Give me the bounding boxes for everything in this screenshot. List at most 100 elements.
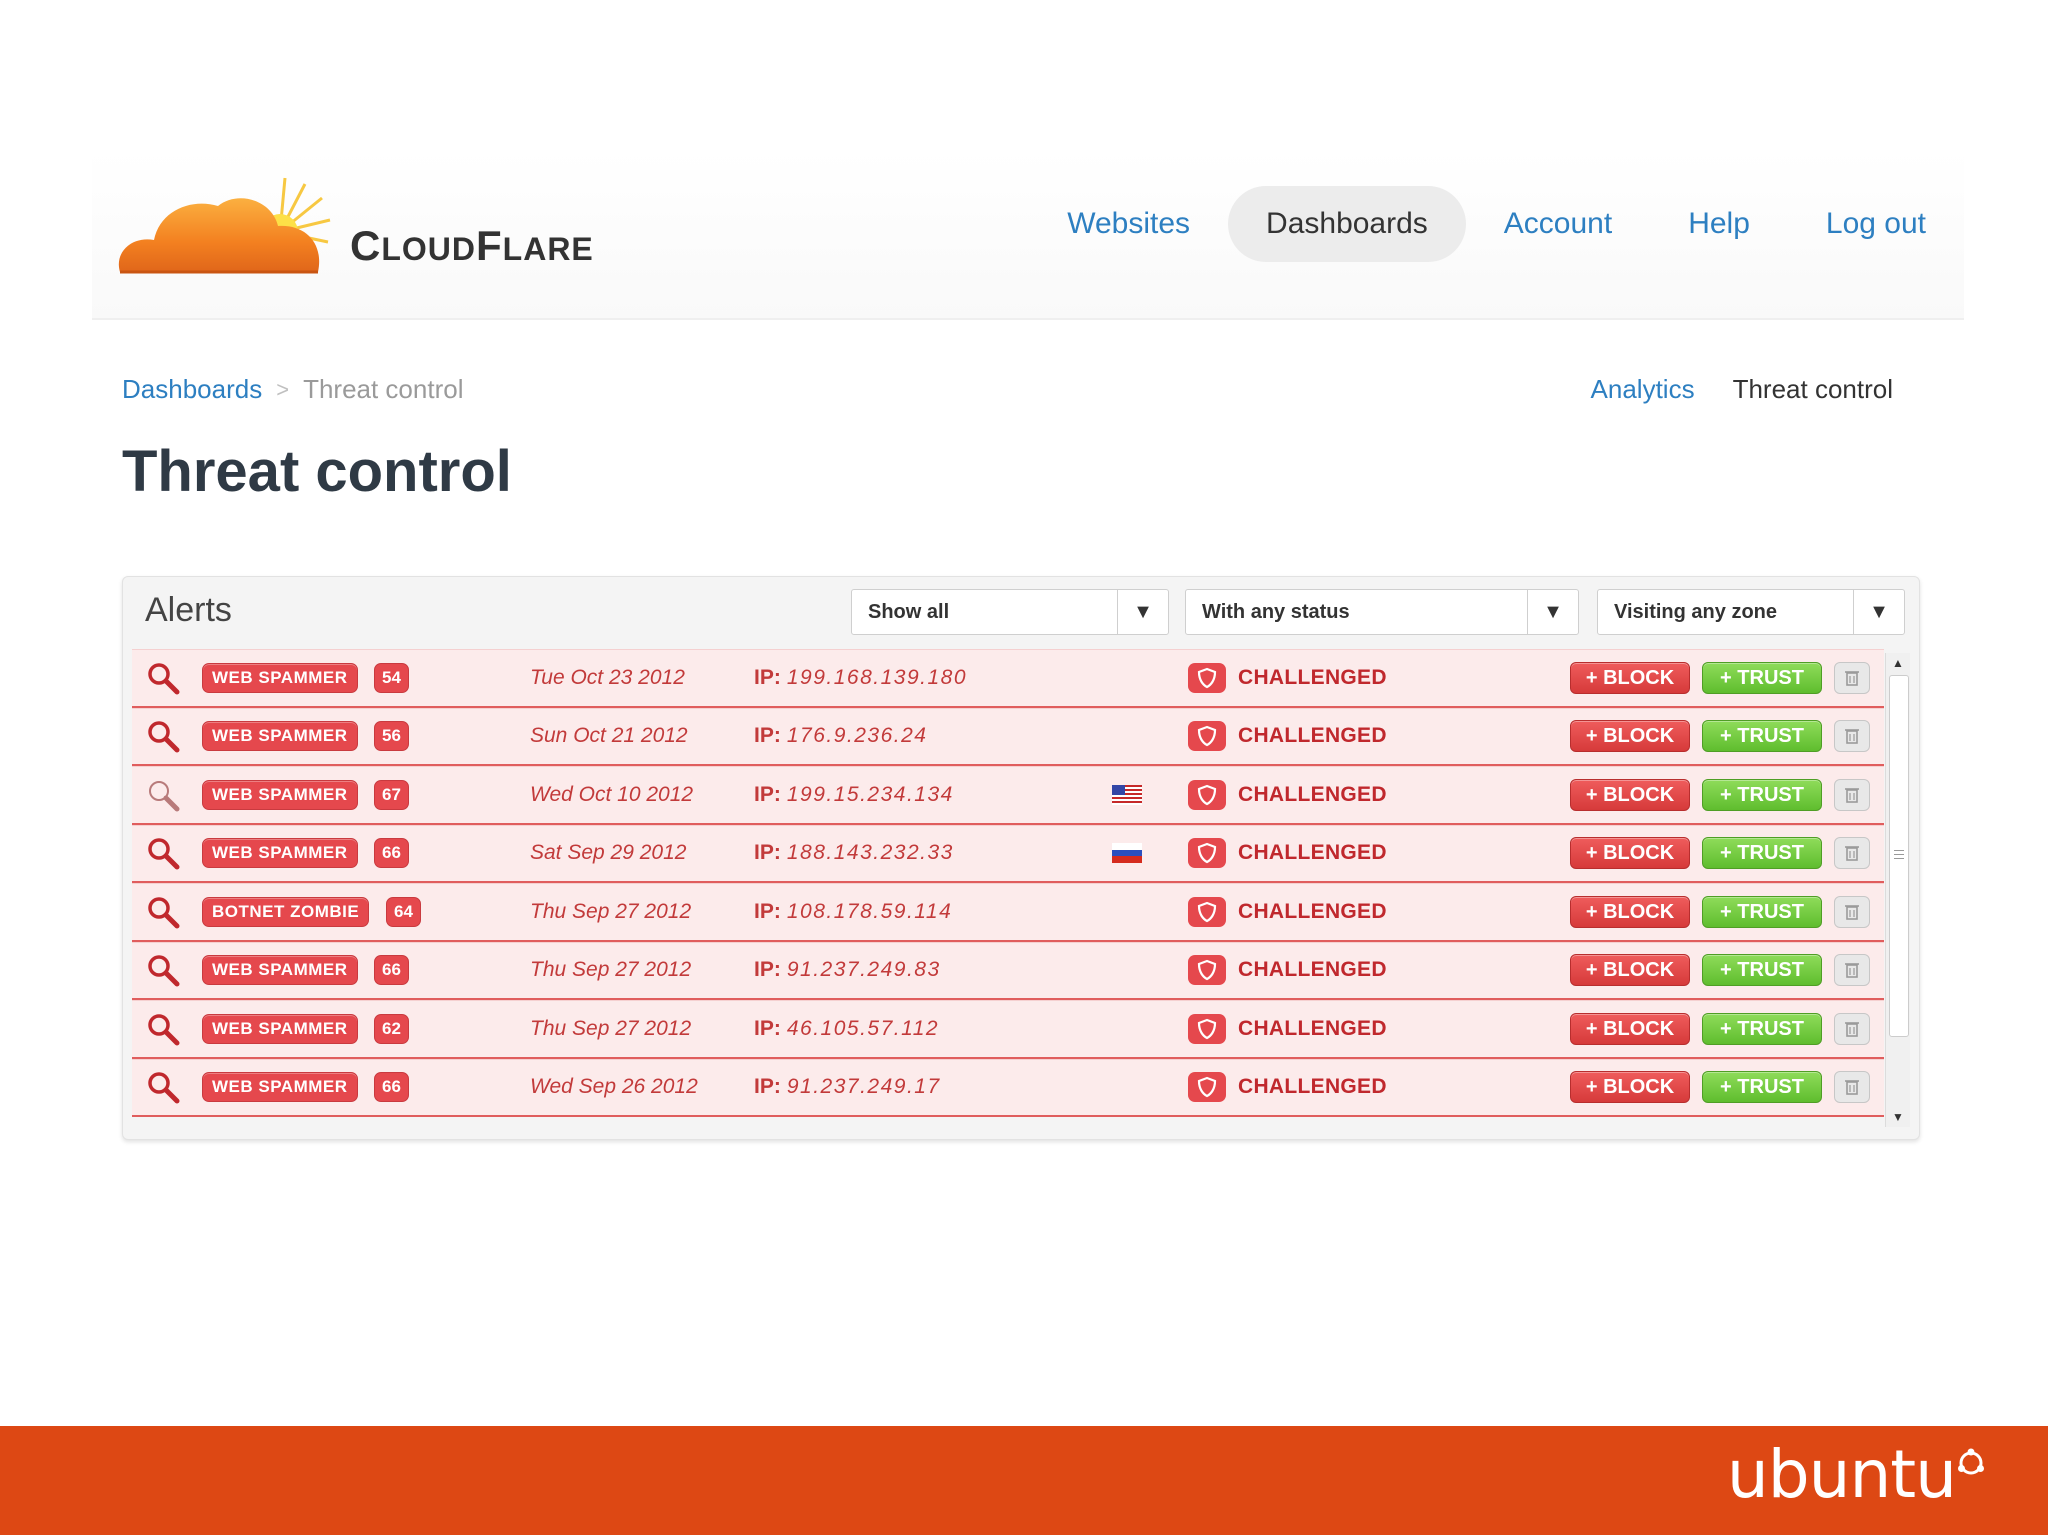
nav-account[interactable]: Account <box>1466 186 1650 262</box>
threat-score-badge: 64 <box>386 896 421 927</box>
threat-score-badge: 66 <box>374 838 409 869</box>
shield-icon <box>1188 838 1226 869</box>
delete-button[interactable] <box>1834 1012 1870 1045</box>
scroll-down-icon[interactable]: ▼ <box>1886 1107 1910 1127</box>
alert-date: Sun Oct 21 2012 <box>530 724 688 748</box>
search-icon[interactable] <box>146 953 180 987</box>
threat-type-badge: WEB SPAMMER <box>202 1013 358 1044</box>
block-button[interactable]: + BLOCK <box>1570 661 1690 694</box>
ip-label: IP: <box>754 841 781 865</box>
nav-websites[interactable]: Websites <box>1029 186 1228 262</box>
scroll-thumb[interactable] <box>1889 675 1909 1037</box>
block-button[interactable]: + BLOCK <box>1570 720 1690 753</box>
filter-type-label: Show all <box>868 601 950 623</box>
search-icon[interactable] <box>146 719 180 753</box>
trust-button[interactable]: + TRUST <box>1702 1071 1822 1104</box>
block-button[interactable]: + BLOCK <box>1570 837 1690 870</box>
nav-log-out[interactable]: Log out <box>1788 186 1964 262</box>
block-button[interactable]: + BLOCK <box>1570 895 1690 928</box>
threat-score-badge: 66 <box>374 955 409 986</box>
search-icon[interactable] <box>146 895 180 929</box>
delete-button[interactable] <box>1834 837 1870 870</box>
filter-type-select[interactable]: Show all ▼ <box>851 589 1169 635</box>
search-icon[interactable] <box>146 1012 180 1046</box>
alert-ip: IP: 188.143.232.33 <box>754 841 954 865</box>
dropdown-arrow-icon: ▼ <box>1853 590 1904 634</box>
shield-icon <box>1188 721 1226 752</box>
breadcrumb-dashboards-link[interactable]: Dashboards <box>122 374 262 405</box>
trust-button[interactable]: + TRUST <box>1702 778 1822 811</box>
brand-initial-1: C <box>350 222 382 269</box>
trust-button[interactable]: + TRUST <box>1702 895 1822 928</box>
delete-button[interactable] <box>1834 954 1870 987</box>
search-icon[interactable] <box>146 1070 180 1104</box>
alert-status: CHALLENGED <box>1238 782 1387 806</box>
alert-status: CHALLENGED <box>1238 899 1387 923</box>
threat-score-badge: 54 <box>374 662 409 693</box>
site-header: CLOUDFLARE Websites Dashboards Account H… <box>92 150 1964 320</box>
search-icon[interactable] <box>146 661 180 695</box>
cloud-sun-icon <box>118 177 331 274</box>
breadcrumb-separator-icon: > <box>276 376 290 402</box>
alerts-scrollbar[interactable]: ▲ ▼ <box>1885 653 1910 1127</box>
alerts-panel: Alerts Show all ▼ With any status ▼ Visi… <box>122 576 1920 1140</box>
ip-label: IP: <box>754 899 781 923</box>
delete-button[interactable] <box>1834 895 1870 928</box>
threat-type-badge: WEB SPAMMER <box>202 838 358 869</box>
breadcrumb: Dashboards > Threat control <box>122 374 463 405</box>
delete-button[interactable] <box>1834 778 1870 811</box>
alert-row: WEB SPAMMER 56 Sun Oct 21 2012 IP: 176.9.236… <box>132 707 1884 766</box>
alert-row: WEB SPAMMER 62 Thu Sep 27 2012 IP: 46.105.57… <box>132 1000 1884 1059</box>
ip-label: IP: <box>754 665 781 689</box>
alert-date: Thu Sep 27 2012 <box>530 958 692 982</box>
alerts-table: WEB SPAMMER 54 Tue Oct 23 2012 IP: 199.168.1… <box>132 649 1884 1119</box>
alert-status: CHALLENGED <box>1238 1016 1387 1040</box>
alert-date: Sat Sep 29 2012 <box>530 841 687 865</box>
search-icon[interactable] <box>146 836 180 870</box>
threat-type-badge: BOTNET ZOMBIE <box>202 896 370 927</box>
threat-score-badge: 66 <box>374 1072 409 1103</box>
alert-date: Wed Sep 26 2012 <box>530 1075 698 1099</box>
trust-button[interactable]: + TRUST <box>1702 720 1822 753</box>
sub-nav: Analytics Threat control <box>1591 374 1893 405</box>
threat-score-badge: 67 <box>374 779 409 810</box>
ip-address: 91.237.249.17 <box>786 1075 941 1099</box>
ip-label: IP: <box>754 782 781 806</box>
alert-ip: IP: 199.168.139.180 <box>754 666 967 690</box>
alert-row: WEB SPAMMER 66 Wed Sep 26 2012 IP: 91.237.24… <box>132 1058 1884 1117</box>
search-icon[interactable] <box>146 778 180 812</box>
threat-type-badge: WEB SPAMMER <box>202 1072 358 1103</box>
block-button[interactable]: + BLOCK <box>1570 778 1690 811</box>
filter-zone-select[interactable]: Visiting any zone ▼ <box>1597 589 1905 635</box>
shield-icon <box>1188 955 1226 986</box>
trust-button[interactable]: + TRUST <box>1702 1012 1822 1045</box>
delete-button[interactable] <box>1834 720 1870 753</box>
trust-button[interactable]: + TRUST <box>1702 837 1822 870</box>
scroll-up-icon[interactable]: ▲ <box>1886 653 1910 673</box>
cloudflare-logo[interactable]: CLOUDFLARE <box>110 170 670 280</box>
ru-flag-icon <box>1112 843 1142 864</box>
ip-label: IP: <box>754 958 781 982</box>
nav-dashboards[interactable]: Dashboards <box>1228 186 1466 262</box>
delete-button[interactable] <box>1834 661 1870 694</box>
trash-icon <box>1845 904 1859 920</box>
alert-row: WEB SPAMMER 54 Tue Oct 23 2012 IP: 199.168.1… <box>132 649 1884 708</box>
ip-address: 91.237.249.83 <box>786 958 941 982</box>
trash-icon <box>1845 963 1859 979</box>
filter-status-select[interactable]: With any status ▼ <box>1185 589 1579 635</box>
threat-type-badge: WEB SPAMMER <box>202 955 358 986</box>
shield-icon <box>1188 1072 1226 1103</box>
main-nav: Websites Dashboards Account Help Log out <box>1029 186 1964 262</box>
delete-button[interactable] <box>1834 1071 1870 1104</box>
alert-date: Thu Sep 27 2012 <box>530 899 692 923</box>
subnav-analytics-link[interactable]: Analytics <box>1591 374 1695 405</box>
nav-help[interactable]: Help <box>1650 186 1788 262</box>
alert-row: WEB SPAMMER 66 Thu Sep 27 2012 IP: 91.237.24… <box>132 941 1884 1000</box>
trust-button[interactable]: + TRUST <box>1702 661 1822 694</box>
block-button[interactable]: + BLOCK <box>1570 1071 1690 1104</box>
block-button[interactable]: + BLOCK <box>1570 1012 1690 1045</box>
trash-icon <box>1845 846 1859 862</box>
trust-button[interactable]: + TRUST <box>1702 954 1822 987</box>
brand-rest-1: LOUD <box>381 231 476 267</box>
block-button[interactable]: + BLOCK <box>1570 954 1690 987</box>
